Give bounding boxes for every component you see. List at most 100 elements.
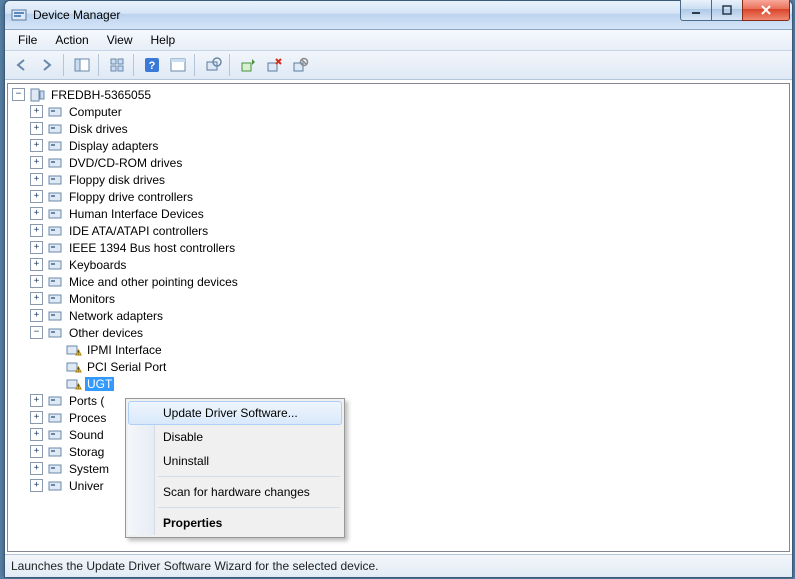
context-menu-item[interactable]: Scan for hardware changes <box>128 480 342 504</box>
minimize-button[interactable] <box>680 0 712 21</box>
expander-icon[interactable]: + <box>30 445 43 458</box>
category-icon <box>47 410 63 426</box>
unknown-device-icon: ! <box>65 342 81 358</box>
expander-icon[interactable]: + <box>30 479 43 492</box>
window-title: Device Manager <box>33 8 120 22</box>
uninstall-button[interactable] <box>262 53 286 77</box>
expander-icon[interactable]: + <box>30 190 43 203</box>
tree-item-label: PCI Serial Port <box>85 360 168 374</box>
context-menu-separator <box>158 507 340 508</box>
expander-icon[interactable]: + <box>30 394 43 407</box>
tree-category-item[interactable]: +Keyboards <box>30 256 789 273</box>
category-icon <box>47 155 63 171</box>
show-hide-tree-button[interactable] <box>70 53 94 77</box>
expander-icon[interactable]: − <box>12 88 25 101</box>
content-area: −FREDBH-5365055+Computer+Disk drives+Dis… <box>5 80 792 554</box>
expander-icon[interactable]: + <box>30 258 43 271</box>
tree-device-item[interactable]: !PCI Serial Port <box>48 358 789 375</box>
category-icon <box>47 206 63 222</box>
device-manager-window: Device Manager File Action View Help ? <box>4 0 793 578</box>
tree-item-label: IEEE 1394 Bus host controllers <box>67 241 237 255</box>
category-icon <box>47 223 63 239</box>
expander-icon[interactable]: + <box>30 428 43 441</box>
arrow-left-icon <box>13 57 29 73</box>
category-icon <box>47 427 63 443</box>
tree-category-item[interactable]: + Floppy disk drives <box>30 171 789 188</box>
category-icon <box>47 189 63 205</box>
tree-item-label: Proces <box>67 411 108 425</box>
category-icon <box>47 257 63 273</box>
update-driver-button[interactable] <box>236 53 260 77</box>
tree-root-node[interactable]: −FREDBH-5365055 <box>12 86 789 103</box>
tree-category-item[interactable]: + Display adapters <box>30 137 789 154</box>
category-icon <box>47 325 63 341</box>
close-button[interactable] <box>742 0 790 21</box>
expander-icon[interactable]: + <box>30 462 43 475</box>
menu-help[interactable]: Help <box>142 31 185 49</box>
tree-item-label: Floppy disk drives <box>67 173 167 187</box>
tree-device-item[interactable]: !UGT <box>48 375 789 392</box>
context-menu-item[interactable]: Disable <box>128 425 342 449</box>
statusbar: Launches the Update Driver Software Wiza… <box>5 554 792 577</box>
tree-item-label: System <box>67 462 111 476</box>
menu-view[interactable]: View <box>98 31 142 49</box>
tree-item-label: Network adapters <box>67 309 165 323</box>
context-menu-item[interactable]: Update Driver Software... <box>128 401 342 425</box>
expander-icon[interactable]: + <box>30 275 43 288</box>
disable-button[interactable] <box>288 53 312 77</box>
context-menu-item[interactable]: Uninstall <box>128 449 342 473</box>
device-tree[interactable]: −FREDBH-5365055+Computer+Disk drives+Dis… <box>7 83 790 552</box>
help-icon: ? <box>144 57 160 73</box>
back-button[interactable] <box>9 53 33 77</box>
window-buttons <box>681 0 790 21</box>
tree-category-item[interactable]: + Human Interface Devices <box>30 205 789 222</box>
tree-category-item[interactable]: + Monitors <box>30 290 789 307</box>
tree-category-item[interactable]: + Floppy drive controllers <box>30 188 789 205</box>
tree-category-item[interactable]: − Other devices <box>30 324 789 341</box>
toolbar: ? <box>5 51 792 80</box>
scan-hardware-button[interactable] <box>201 53 225 77</box>
tree-item-label: DVD/CD-ROM drives <box>67 156 184 170</box>
expander-icon[interactable]: + <box>30 292 43 305</box>
category-icon <box>47 104 63 120</box>
expander-icon[interactable]: + <box>30 156 43 169</box>
tree-item-label: Mice and other pointing devices <box>67 275 240 289</box>
tree-category-item[interactable]: +IDE ATA/ATAPI controllers <box>30 222 789 239</box>
tree-category-item[interactable]: + IEEE 1394 Bus host controllers <box>30 239 789 256</box>
tree-category-item[interactable]: + Network adapters <box>30 307 789 324</box>
update-driver-icon <box>240 57 256 73</box>
menu-file[interactable]: File <box>9 31 46 49</box>
tree-item-label: Display adapters <box>67 139 160 153</box>
tree-category-item[interactable]: +Disk drives <box>30 120 789 137</box>
tree-item-label: Monitors <box>67 292 117 306</box>
expander-icon[interactable]: + <box>30 241 43 254</box>
help-button[interactable]: ? <box>140 53 164 77</box>
expander-icon[interactable]: − <box>30 326 43 339</box>
expander-icon[interactable]: + <box>30 173 43 186</box>
arrow-right-icon <box>39 57 55 73</box>
tree-item-label: Other devices <box>67 326 145 340</box>
tree-category-item[interactable]: + Mice and other pointing devices <box>30 273 789 290</box>
disable-icon <box>292 57 308 73</box>
forward-button[interactable] <box>35 53 59 77</box>
category-icon <box>47 121 63 137</box>
expander-icon[interactable]: + <box>30 207 43 220</box>
expander-icon[interactable]: + <box>30 139 43 152</box>
category-icon <box>47 393 63 409</box>
expander-icon[interactable]: + <box>30 224 43 237</box>
maximize-button[interactable] <box>711 0 743 21</box>
tree-item-label: Floppy drive controllers <box>67 190 195 204</box>
expander-icon[interactable]: + <box>30 122 43 135</box>
tree-category-item[interactable]: +Computer <box>30 103 789 120</box>
properties-grid-button[interactable] <box>105 53 129 77</box>
titlebar[interactable]: Device Manager <box>5 1 792 30</box>
expander-icon[interactable]: + <box>30 105 43 118</box>
tree-category-item[interactable]: + DVD/CD-ROM drives <box>30 154 789 171</box>
menu-action[interactable]: Action <box>46 31 97 49</box>
tree-item-label: Human Interface Devices <box>67 207 206 221</box>
expander-icon[interactable]: + <box>30 309 43 322</box>
context-menu-item[interactable]: Properties <box>128 511 342 535</box>
tree-device-item[interactable]: !IPMI Interface <box>48 341 789 358</box>
properties-button[interactable] <box>166 53 190 77</box>
expander-icon[interactable]: + <box>30 411 43 424</box>
